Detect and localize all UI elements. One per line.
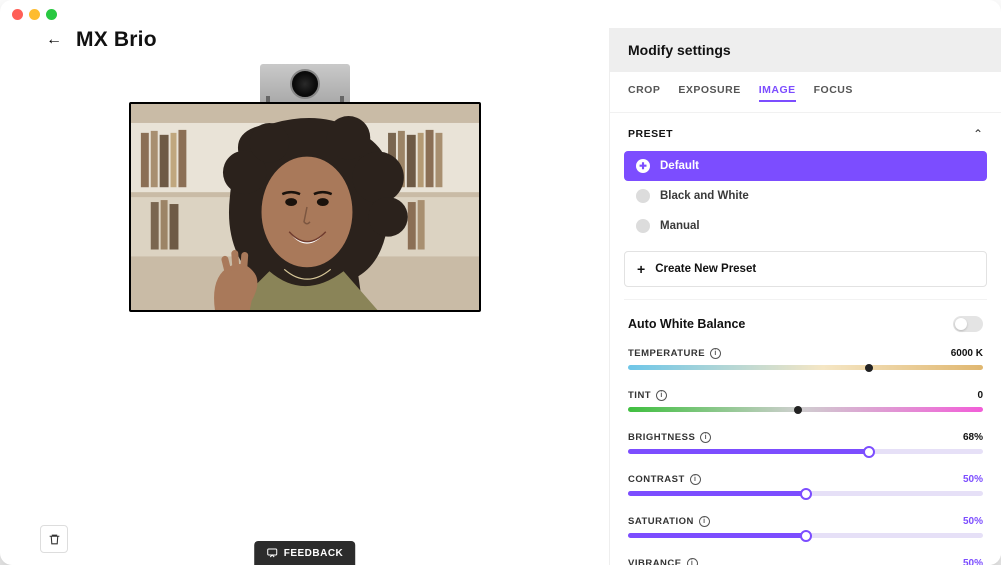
info-icon[interactable]: i	[690, 474, 701, 485]
slider-thumb[interactable]	[865, 364, 873, 372]
tint-value: 0	[977, 390, 983, 401]
tab-crop[interactable]: CROP	[628, 84, 660, 102]
settings-title: Modify settings	[610, 28, 1001, 72]
info-icon[interactable]: i	[656, 390, 667, 401]
settings-scroll[interactable]: PRESET ⌃ ✚ Default Black and White Manua…	[610, 113, 1001, 565]
auto-white-balance-row: Auto White Balance	[624, 299, 987, 342]
app-window: ← MX Brio	[0, 0, 1001, 565]
create-preset-label: Create New Preset	[655, 263, 756, 275]
preview-wrapper	[40, 64, 569, 312]
tab-focus[interactable]: FOCUS	[814, 84, 853, 102]
preset-item-default[interactable]: ✚ Default	[624, 151, 987, 181]
preset-label: Black and White	[660, 190, 749, 202]
settings-panel: Modify settings CROP EXPOSURE IMAGE FOCU…	[609, 28, 1001, 565]
contrast-slider-block: CONTRAST i 50%	[624, 468, 987, 510]
slider-thumb[interactable]	[794, 406, 802, 414]
preset-label: Default	[660, 160, 699, 172]
info-icon[interactable]: i	[699, 516, 710, 527]
radio-selected-icon: ✚	[636, 159, 650, 173]
vibrance-slider-block: VIBRANCE i 50%	[624, 552, 987, 565]
brightness-value: 68%	[963, 432, 983, 443]
awb-toggle[interactable]	[953, 316, 983, 332]
window-minimize-button[interactable]	[29, 9, 40, 20]
settings-tabs: CROP EXPOSURE IMAGE FOCUS	[610, 72, 1001, 113]
tint-slider-block: TINT i 0	[624, 384, 987, 426]
temperature-slider-block: TEMPERATURE i 6000 K	[624, 342, 987, 384]
slider-thumb[interactable]	[800, 530, 812, 542]
preset-list: ✚ Default Black and White Manual	[624, 151, 987, 241]
saturation-value: 50%	[963, 516, 983, 527]
info-icon[interactable]: i	[687, 558, 698, 565]
contrast-slider[interactable]	[628, 491, 983, 496]
create-preset-button[interactable]: + Create New Preset	[624, 251, 987, 287]
preview-header: ← MX Brio	[40, 28, 569, 64]
window-maximize-button[interactable]	[46, 9, 57, 20]
preview-pane: ← MX Brio	[0, 28, 609, 565]
temperature-slider[interactable]	[628, 365, 983, 370]
feedback-button[interactable]: FEEDBACK	[254, 541, 356, 565]
tint-slider[interactable]	[628, 407, 983, 412]
temperature-value: 6000 K	[951, 348, 983, 359]
radio-icon	[636, 189, 650, 203]
info-icon[interactable]: i	[710, 348, 721, 359]
preset-section-label: PRESET	[628, 128, 673, 140]
webcam-hardware-illustration	[260, 64, 350, 104]
tint-label: TINT i	[628, 390, 667, 401]
device-name: MX Brio	[76, 28, 157, 52]
chevron-up-icon: ⌃	[973, 127, 983, 141]
brightness-label: BRIGHTNESS i	[628, 432, 711, 443]
preset-item-manual[interactable]: Manual	[624, 211, 987, 241]
contrast-label: CONTRAST i	[628, 474, 701, 485]
brightness-slider[interactable]	[628, 449, 983, 454]
feedback-label: FEEDBACK	[284, 548, 344, 559]
temperature-label: TEMPERATURE i	[628, 348, 721, 359]
tab-image[interactable]: IMAGE	[759, 84, 796, 102]
radio-icon	[636, 219, 650, 233]
video-preview[interactable]	[129, 102, 481, 312]
info-icon[interactable]: i	[700, 432, 711, 443]
preset-label: Manual	[660, 220, 700, 232]
back-button[interactable]: ←	[46, 31, 62, 49]
plus-icon: +	[637, 261, 645, 277]
delete-button[interactable]	[40, 525, 68, 553]
slider-thumb[interactable]	[800, 488, 812, 500]
vibrance-value: 50%	[963, 558, 983, 565]
saturation-slider-block: SATURATION i 50%	[624, 510, 987, 552]
slider-thumb[interactable]	[863, 446, 875, 458]
saturation-label: SATURATION i	[628, 516, 710, 527]
contrast-value: 50%	[963, 474, 983, 485]
awb-label: Auto White Balance	[628, 317, 745, 331]
tab-exposure[interactable]: EXPOSURE	[678, 84, 740, 102]
preset-item-bw[interactable]: Black and White	[624, 181, 987, 211]
saturation-slider[interactable]	[628, 533, 983, 538]
brightness-slider-block: BRIGHTNESS i 68%	[624, 426, 987, 468]
preset-section-header[interactable]: PRESET ⌃	[624, 113, 987, 151]
window-titlebar	[0, 0, 1001, 28]
vibrance-label: VIBRANCE i	[628, 558, 698, 565]
content-area: ← MX Brio	[0, 28, 1001, 565]
window-close-button[interactable]	[12, 9, 23, 20]
feedback-icon	[266, 547, 278, 559]
